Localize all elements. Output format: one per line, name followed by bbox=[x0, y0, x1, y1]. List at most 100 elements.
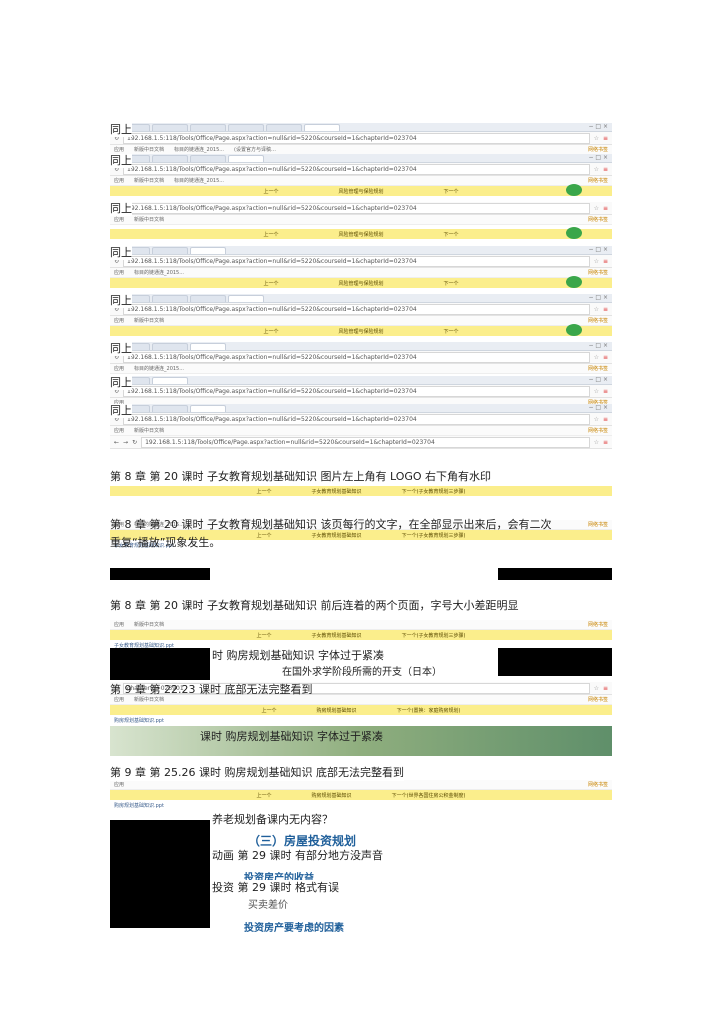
bookmark-item[interactable]: 新版中日文档 bbox=[134, 177, 164, 184]
url-field[interactable]: 192.168.1.5:118/Tools/Office/Page.aspx?a… bbox=[141, 436, 590, 448]
prev-link[interactable]: 上一个 bbox=[257, 792, 272, 799]
browser-tab[interactable] bbox=[228, 295, 264, 302]
bookmark-folder[interactable]: 网络书签 bbox=[588, 696, 612, 703]
bookmark-folder[interactable]: 网络书签 bbox=[588, 365, 612, 372]
forward-icon[interactable]: → bbox=[123, 439, 128, 446]
next-link[interactable]: 下一个(世界各国住房公积金制度) bbox=[392, 792, 466, 799]
bookmark-folder[interactable]: 网络书签 bbox=[588, 317, 612, 324]
menu-icon[interactable]: ≡ bbox=[603, 135, 612, 142]
bookmark-folder[interactable]: 网络书签 bbox=[588, 216, 612, 223]
bookmark-item[interactable]: 应用 bbox=[114, 216, 124, 223]
menu-icon[interactable]: ≡ bbox=[603, 205, 612, 212]
bookmark-folder[interactable]: 网络书签 bbox=[588, 427, 612, 434]
browser-tab[interactable] bbox=[190, 405, 226, 412]
bookmark-item[interactable]: 应用 bbox=[114, 269, 124, 276]
url-field[interactable]: 192.168.1.5:118/Tools/Office/Page.aspx?a… bbox=[123, 413, 590, 425]
window-controls[interactable]: − □ × bbox=[588, 154, 612, 162]
bookmark-item[interactable]: 新版中日文档 bbox=[134, 146, 164, 153]
next-link[interactable]: 下一个 bbox=[444, 280, 459, 287]
bookmark-item[interactable]: 标目的链通连_2015... bbox=[134, 269, 184, 276]
bookmark-item[interactable]: 标目的链通连_2015... bbox=[174, 146, 224, 153]
next-link[interactable]: 下一个 bbox=[444, 231, 459, 238]
window-controls[interactable]: − □ × bbox=[588, 294, 612, 302]
browser-tab[interactable] bbox=[228, 155, 264, 162]
url-field[interactable]: 192.168.1.5:118/Tools/Office/Page.aspx?a… bbox=[123, 163, 590, 175]
window-controls[interactable]: − □ × bbox=[588, 123, 612, 131]
url-field[interactable]: 192.168.1.5:118/Tools/Office/Page.aspx?a… bbox=[123, 303, 590, 315]
menu-icon[interactable]: ≡ bbox=[603, 306, 612, 313]
star-icon[interactable]: ☆ bbox=[594, 388, 599, 395]
menu-icon[interactable]: ≡ bbox=[603, 685, 612, 692]
menu-icon[interactable]: ≡ bbox=[603, 166, 612, 173]
menu-icon[interactable]: ≡ bbox=[603, 258, 612, 265]
browser-tab[interactable] bbox=[152, 155, 188, 162]
menu-icon[interactable]: ≡ bbox=[603, 388, 612, 395]
next-link[interactable]: 下一个 bbox=[444, 188, 459, 195]
window-controls[interactable]: − □ × bbox=[588, 404, 612, 412]
url-field[interactable]: 192.168.1.5:118/Tools/Office/Page.aspx?a… bbox=[123, 202, 590, 214]
bookmark-item[interactable]: 标目的链通连_2015... bbox=[174, 177, 224, 184]
prev-link[interactable]: 上一个 bbox=[263, 280, 278, 287]
star-icon[interactable]: ☆ bbox=[594, 205, 599, 212]
browser-tab[interactable] bbox=[152, 247, 188, 254]
bookmark-folder[interactable]: 网络书签 bbox=[588, 177, 612, 184]
prev-link[interactable]: 上一个 bbox=[262, 707, 277, 714]
url-field[interactable]: 192.168.1.5:118/Tools/Office/Page.aspx?a… bbox=[123, 255, 590, 267]
prev-link[interactable]: 上一个 bbox=[257, 488, 272, 495]
browser-tab[interactable] bbox=[152, 295, 188, 302]
menu-icon[interactable]: ≡ bbox=[603, 439, 612, 446]
bookmark-folder[interactable]: 网络书签 bbox=[588, 781, 612, 788]
browser-tab[interactable] bbox=[266, 124, 302, 131]
browser-tab[interactable] bbox=[190, 295, 226, 302]
star-icon[interactable]: ☆ bbox=[594, 258, 599, 265]
browser-tab[interactable] bbox=[190, 247, 226, 254]
bookmark-item[interactable]: 新版中日文档 bbox=[134, 621, 164, 628]
bookmark-item[interactable]: 标目的链通连_2015... bbox=[134, 365, 184, 372]
bookmark-item[interactable]: 应用 bbox=[114, 317, 124, 324]
star-icon[interactable]: ☆ bbox=[594, 135, 599, 142]
window-controls[interactable]: − □ × bbox=[588, 342, 612, 350]
bookmark-folder[interactable]: 网络书签 bbox=[588, 621, 612, 628]
refresh-icon[interactable]: ↻ bbox=[132, 439, 137, 446]
star-icon[interactable]: ☆ bbox=[594, 166, 599, 173]
prev-link[interactable]: 上一个 bbox=[263, 328, 278, 335]
bookmark-item[interactable]: 新版中日文档 bbox=[134, 216, 164, 223]
window-controls[interactable]: − □ × bbox=[588, 376, 612, 384]
bookmark-folder[interactable]: 网络书签 bbox=[588, 146, 612, 153]
bookmark-item[interactable]: 应用 bbox=[114, 177, 124, 184]
window-controls[interactable]: − □ × bbox=[588, 246, 612, 254]
bookmark-item[interactable]: 新版中日文档 bbox=[134, 317, 164, 324]
star-icon[interactable]: ☆ bbox=[594, 685, 599, 692]
star-icon[interactable]: ☆ bbox=[594, 306, 599, 313]
browser-tab[interactable] bbox=[228, 124, 264, 131]
prev-link[interactable]: 上一个 bbox=[263, 231, 278, 238]
browser-tab[interactable] bbox=[304, 124, 340, 131]
star-icon[interactable]: ☆ bbox=[594, 354, 599, 361]
next-link[interactable]: 下一个(子女教育规划三步骤) bbox=[402, 488, 466, 495]
bookmark-item[interactable]: 应用 bbox=[114, 427, 124, 434]
url-field[interactable]: 192.168.1.5:118/Tools/Office/Page.aspx?a… bbox=[123, 351, 590, 363]
menu-icon[interactable]: ≡ bbox=[603, 354, 612, 361]
browser-tab[interactable] bbox=[152, 405, 188, 412]
browser-tab[interactable] bbox=[152, 343, 188, 350]
menu-icon[interactable]: ≡ bbox=[603, 416, 612, 423]
bookmark-item[interactable]: 新版中日文档 bbox=[134, 427, 164, 434]
back-icon[interactable]: ← bbox=[114, 439, 119, 446]
next-link[interactable]: 下一个(置换：家庭购房规划) bbox=[397, 707, 461, 714]
browser-tab[interactable] bbox=[190, 343, 226, 350]
star-icon[interactable]: ☆ bbox=[594, 416, 599, 423]
prev-link[interactable]: 上一个 bbox=[263, 188, 278, 195]
bookmark-folder[interactable]: 网络书签 bbox=[588, 269, 612, 276]
bookmark-item[interactable]: 应用 bbox=[114, 146, 124, 153]
bookmark-folder[interactable]: 网络书签 bbox=[588, 521, 612, 528]
bookmark-item[interactable]: (设置官方与译稿… bbox=[234, 146, 276, 153]
browser-tab[interactable] bbox=[190, 155, 226, 162]
bookmark-item[interactable]: 应用 bbox=[114, 365, 124, 372]
star-icon[interactable]: ☆ bbox=[594, 439, 599, 446]
browser-tab[interactable] bbox=[190, 124, 226, 131]
url-field[interactable]: 192.168.1.5:118/Tools/Office/Page.aspx?a… bbox=[123, 132, 590, 144]
browser-tab[interactable] bbox=[152, 124, 188, 131]
url-field[interactable]: 192.168.1.5:118/Tools/Office/Page.aspx?a… bbox=[123, 385, 590, 397]
browser-tab[interactable] bbox=[152, 377, 188, 384]
next-link[interactable]: 下一个(子女教育规划三步骤) bbox=[402, 632, 466, 639]
